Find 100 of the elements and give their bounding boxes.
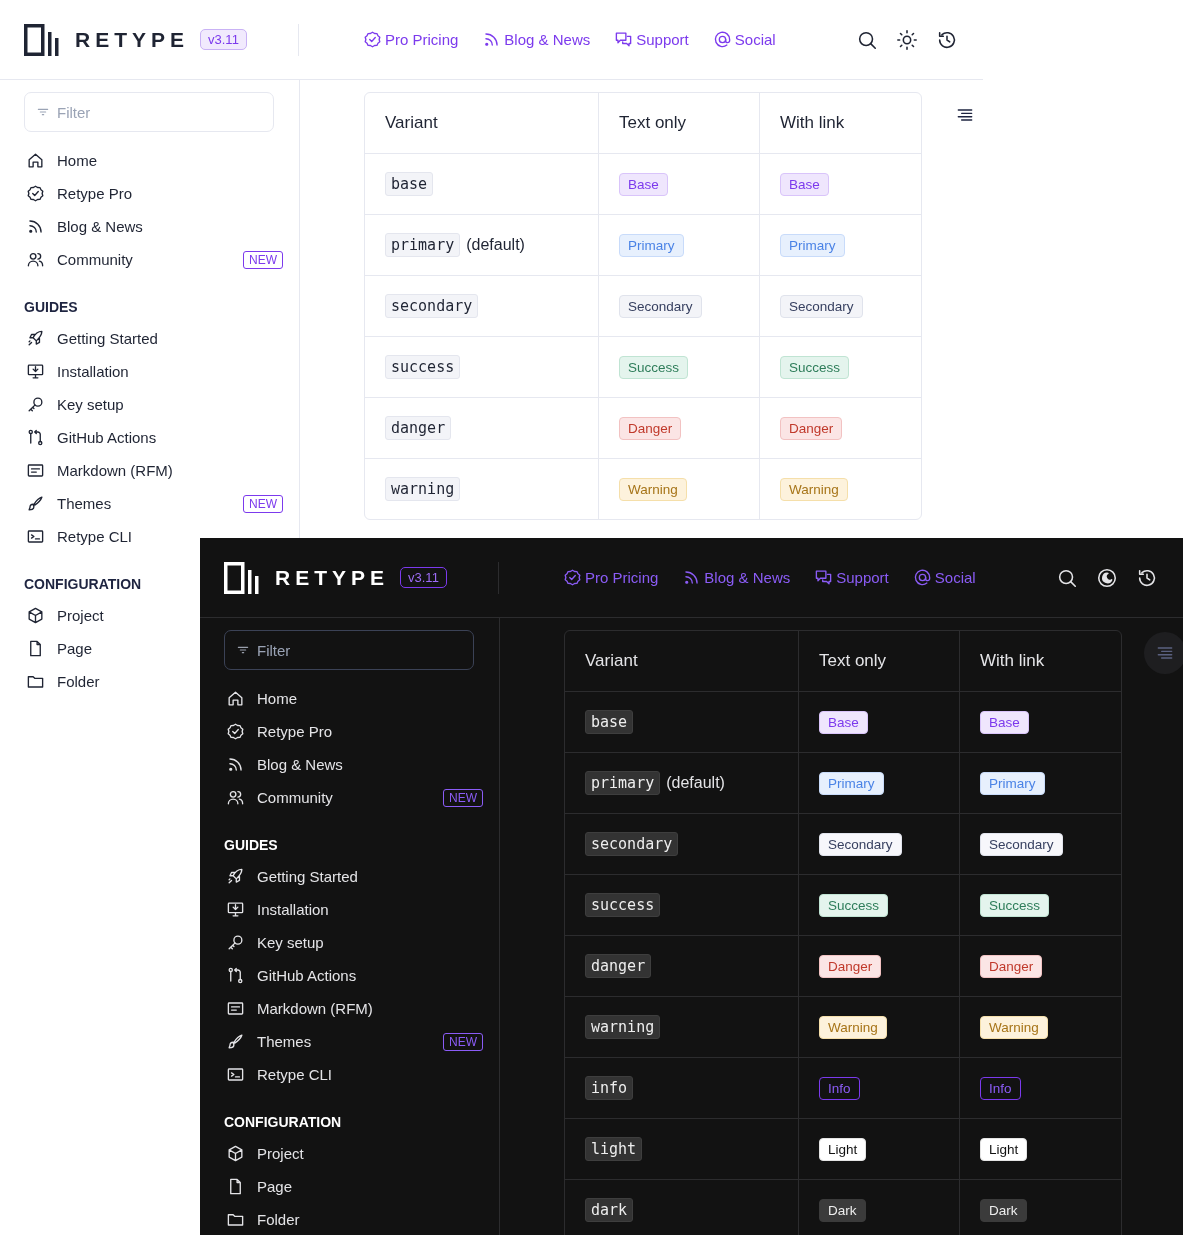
variant-badge: Secondary bbox=[819, 832, 902, 856]
sidebar-item[interactable]: Themes bbox=[24, 487, 112, 520]
sidebar-item[interactable]: Themes bbox=[224, 1025, 312, 1058]
nav-link[interactable]: Social bbox=[912, 568, 976, 587]
nav-link[interactable]: Support bbox=[614, 30, 689, 49]
sidebar-item[interactable]: Page bbox=[224, 1170, 293, 1203]
sidebar-item[interactable]: Getting Started bbox=[224, 860, 358, 893]
variant-badge-link[interactable]: Warning bbox=[780, 477, 848, 501]
variant-badge: Secondary bbox=[619, 294, 702, 318]
nav-link[interactable]: Blog & News bbox=[482, 30, 591, 49]
check-badge-icon bbox=[26, 184, 45, 203]
nav-link[interactable]: Pro Pricing bbox=[363, 30, 459, 49]
sidebar-item[interactable]: Home bbox=[224, 682, 297, 715]
variant-code: info bbox=[585, 1076, 634, 1100]
sidebar-item[interactable]: Retype Pro bbox=[224, 715, 333, 748]
column-header: Text only bbox=[819, 651, 887, 671]
rss-icon bbox=[26, 217, 45, 236]
variant-badge-link[interactable]: Base bbox=[780, 172, 829, 196]
moon-icon bbox=[1096, 566, 1118, 589]
sidebar-item[interactable]: Installation bbox=[224, 893, 329, 926]
key-icon bbox=[226, 933, 245, 952]
variant-code: warning bbox=[385, 477, 461, 501]
brand-name[interactable]: RETYPE bbox=[275, 565, 390, 590]
variant-badge-link[interactable]: Base bbox=[980, 710, 1029, 734]
section-heading: GUIDES bbox=[24, 298, 78, 317]
variant-badge: Danger bbox=[819, 954, 882, 978]
sidebar-item[interactable]: GitHub Actions bbox=[24, 421, 157, 454]
git-pull-request-icon bbox=[26, 428, 45, 447]
variant-badge: Dark bbox=[819, 1198, 866, 1222]
sidebar-item[interactable]: Key setup bbox=[224, 926, 324, 959]
variant-badge: Danger bbox=[619, 416, 682, 440]
variant-badge-link[interactable]: Success bbox=[980, 893, 1050, 917]
column-header: Variant bbox=[385, 113, 438, 133]
variant-note: (default) bbox=[666, 774, 725, 792]
variant-code: primary bbox=[585, 771, 661, 795]
sidebar-item[interactable]: Blog & News bbox=[224, 748, 343, 781]
sidebar-item[interactable]: Retype CLI bbox=[224, 1058, 333, 1091]
variant-badge-link[interactable]: Danger bbox=[780, 416, 843, 440]
variant-badge-link[interactable]: Success bbox=[780, 355, 850, 379]
variant-code: success bbox=[585, 893, 661, 917]
sidebar-item[interactable]: Folder bbox=[224, 1203, 300, 1235]
check-badge-icon bbox=[226, 722, 245, 741]
check-badge-icon bbox=[363, 30, 382, 49]
sidebar-item[interactable]: Community bbox=[224, 781, 333, 814]
rss-icon bbox=[226, 755, 245, 774]
variant-code: success bbox=[385, 355, 461, 379]
logo-icon bbox=[24, 23, 60, 56]
card-icon bbox=[26, 461, 45, 480]
new-tag: NEW bbox=[243, 494, 283, 513]
filter-field[interactable]: Filter bbox=[224, 630, 474, 670]
variant-badge-link[interactable]: Secondary bbox=[980, 832, 1063, 856]
new-tag: NEW bbox=[443, 788, 483, 807]
sidebar-item[interactable]: Getting Started bbox=[24, 322, 158, 355]
variant-badge-link[interactable]: Warning bbox=[980, 1015, 1048, 1039]
logo-icon bbox=[224, 561, 260, 594]
people-icon bbox=[226, 788, 245, 807]
monitor-download-icon bbox=[226, 900, 245, 919]
column-header: With link bbox=[980, 651, 1045, 671]
column-header: With link bbox=[780, 113, 845, 133]
sidebar-item[interactable]: Home bbox=[24, 144, 97, 177]
sidebar-item[interactable]: GitHub Actions bbox=[224, 959, 357, 992]
sidebar-item[interactable]: Markdown (RFM) bbox=[224, 992, 373, 1025]
variant-badge: Primary bbox=[819, 771, 884, 795]
variant-badge-link[interactable]: Light bbox=[980, 1137, 1028, 1161]
column-header: Text only bbox=[619, 113, 687, 133]
sidebar-item[interactable]: Retype Pro bbox=[24, 177, 133, 210]
brush-icon bbox=[26, 494, 45, 513]
nav-link[interactable]: Social bbox=[712, 30, 776, 49]
sidebar-item[interactable]: Page bbox=[24, 632, 93, 665]
sidebar-item[interactable]: Community bbox=[24, 243, 133, 276]
brand-name[interactable]: RETYPE bbox=[75, 27, 190, 52]
rocket-icon bbox=[226, 867, 245, 886]
check-badge-icon bbox=[563, 568, 582, 587]
variant-code: secondary bbox=[585, 832, 679, 856]
sidebar-item[interactable]: Retype CLI bbox=[24, 520, 133, 553]
sidebar-item[interactable]: Installation bbox=[24, 355, 129, 388]
version-tag: v3.11 bbox=[200, 29, 247, 50]
variant-badge: Info bbox=[819, 1076, 860, 1100]
sidebar-item[interactable]: Blog & News bbox=[24, 210, 143, 243]
sidebar-item[interactable]: Folder bbox=[24, 665, 100, 698]
sidebar-item[interactable]: Key setup bbox=[24, 388, 124, 421]
variant-code: secondary bbox=[385, 294, 479, 318]
sidebar-item[interactable]: Project bbox=[224, 1137, 304, 1170]
nav-link[interactable]: Blog & News bbox=[682, 568, 791, 587]
variant-note: (default) bbox=[466, 236, 525, 254]
nav-link[interactable]: Support bbox=[814, 568, 889, 587]
sidebar-item[interactable]: Project bbox=[24, 599, 104, 632]
column-header: Variant bbox=[585, 651, 638, 671]
variant-badge: Success bbox=[819, 893, 889, 917]
variant-badge: Light bbox=[819, 1137, 867, 1161]
variant-badge-link[interactable]: Info bbox=[980, 1076, 1021, 1100]
variant-badge-link[interactable]: Secondary bbox=[780, 294, 863, 318]
variant-code: danger bbox=[585, 954, 652, 978]
variant-badge: Primary bbox=[619, 233, 684, 257]
variant-badge-link[interactable]: Danger bbox=[980, 954, 1043, 978]
sidebar-item[interactable]: Markdown (RFM) bbox=[24, 454, 173, 487]
nav-link[interactable]: Pro Pricing bbox=[563, 568, 659, 587]
section-heading: CONFIGURATION bbox=[24, 575, 142, 594]
variant-badge-link[interactable]: Dark bbox=[980, 1198, 1027, 1222]
sun-icon bbox=[896, 28, 918, 51]
